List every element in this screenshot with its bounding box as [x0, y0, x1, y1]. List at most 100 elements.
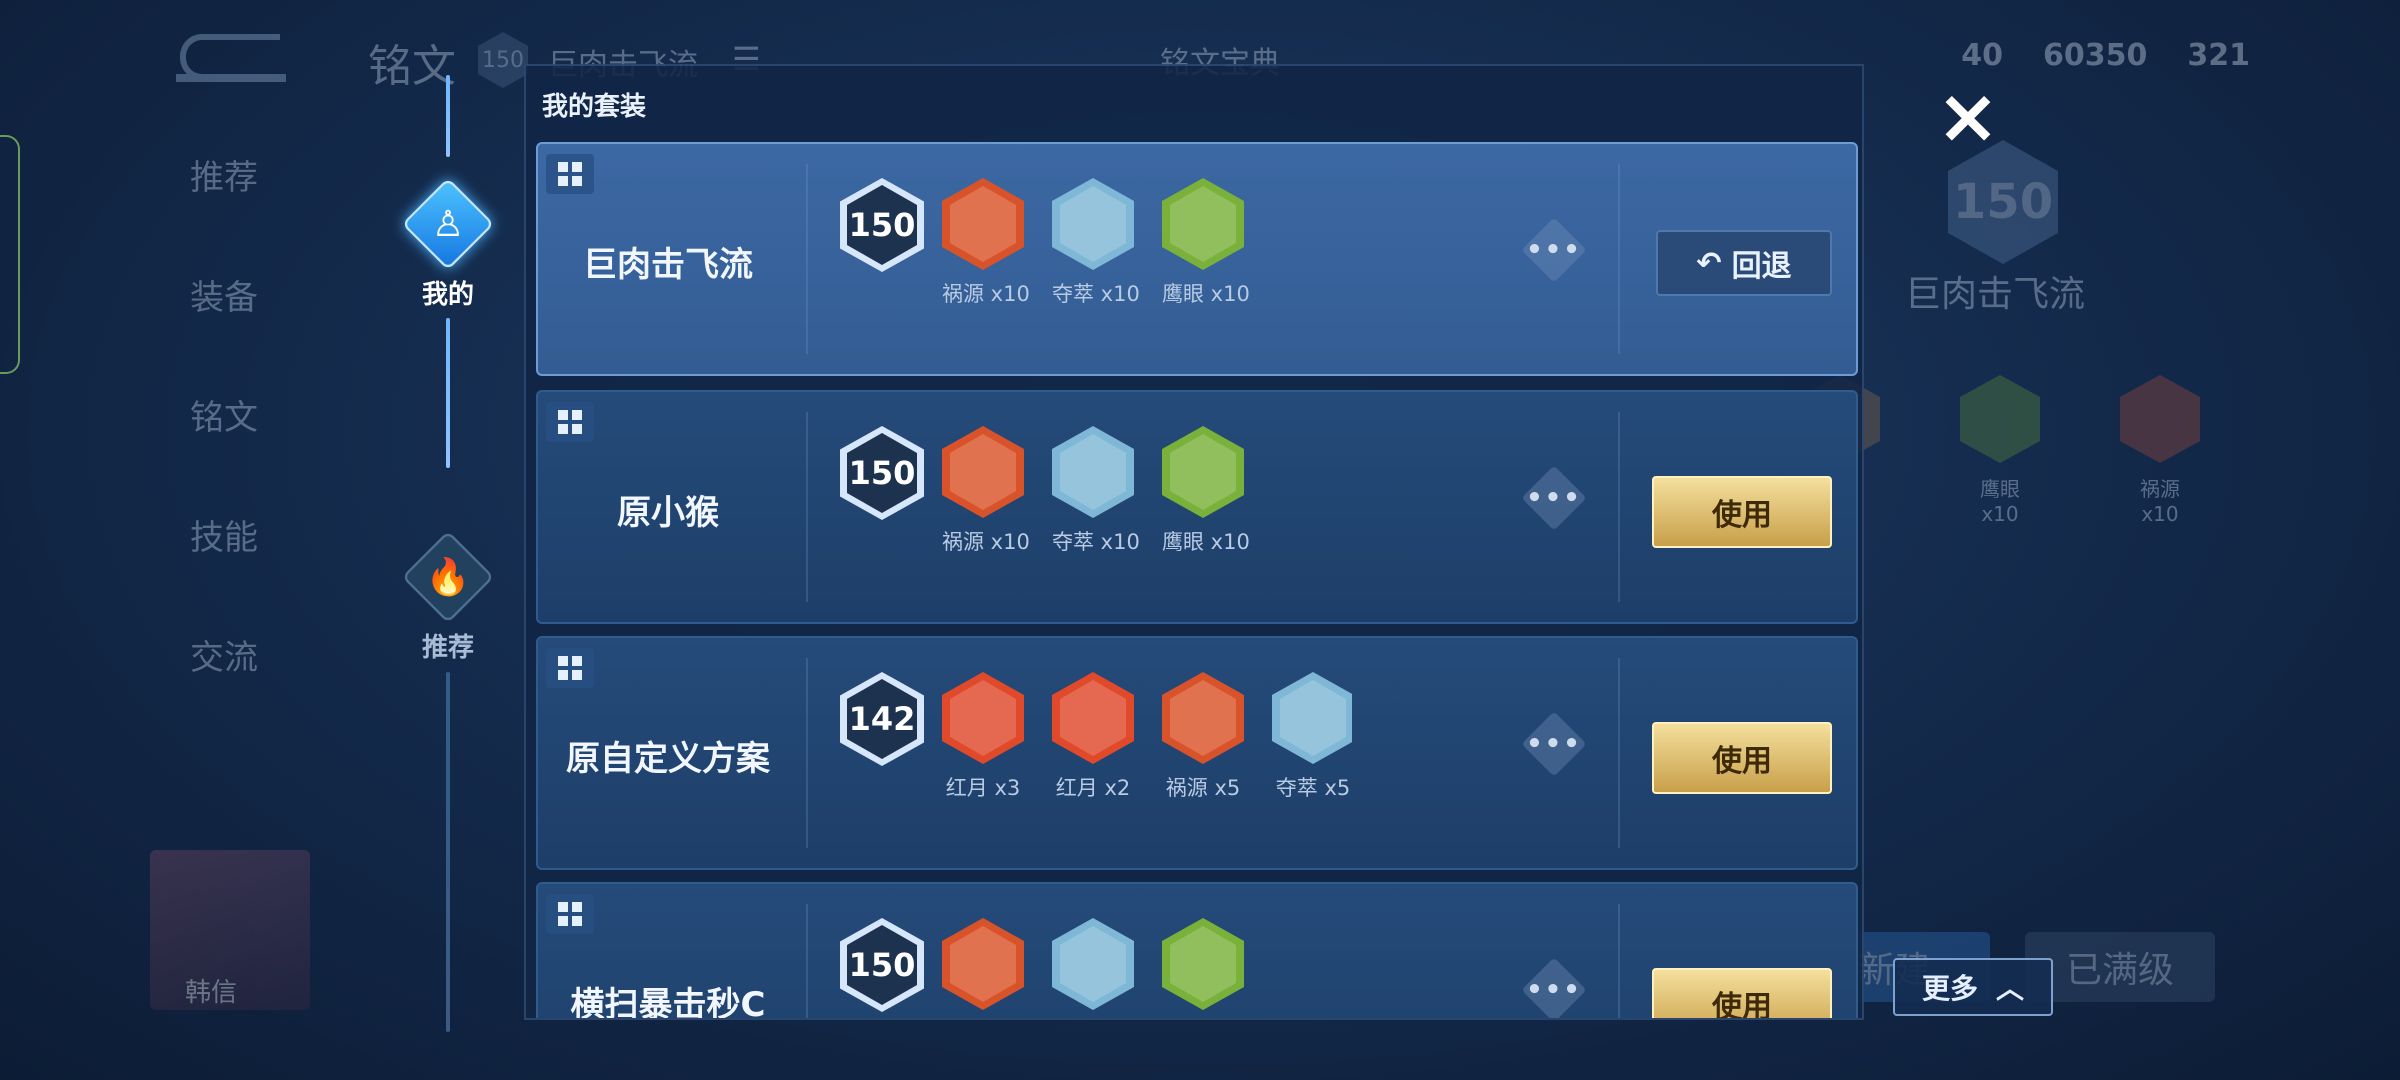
right-set-name: 巨肉击飞流	[1905, 274, 2086, 315]
left-nav: 推荐 装备 铭文 技能 交流	[190, 150, 258, 750]
rune-list: 祸源 x10 夺萃 x10 鹰眼 x10	[942, 918, 1352, 1020]
rune-item: 夺萃 x10	[1052, 178, 1140, 338]
rune-item: 夺萃 x5	[1272, 672, 1352, 832]
use-button[interactable]: 使用	[1652, 722, 1832, 794]
set-level-badge: 142	[840, 672, 924, 766]
rune-icon	[1052, 178, 1134, 270]
currency-bar: 40 60350 321	[1961, 38, 2250, 73]
rune-label: 祸源 x5	[1165, 776, 1241, 800]
set-level-badge: 150	[840, 918, 924, 1012]
use-button[interactable]: 使用	[1652, 476, 1832, 548]
set-level: 142	[848, 700, 916, 738]
chevron-up-icon: ︿	[1996, 972, 2025, 1005]
rune-label: 夺萃 x10	[1052, 1018, 1134, 1020]
rune-label: 祸源 x10	[942, 282, 1030, 306]
more-options-icon[interactable]: •••	[1521, 957, 1587, 1018]
set-level-badge: 150	[840, 178, 924, 272]
rune-set-card[interactable]: 原自定义方案 142 红月 x3 红月 x2 祸源 x5 夺萃 x5 狩猎 x …	[536, 636, 1858, 870]
rune-list: 祸源 x10 夺萃 x10 鹰眼 x10	[942, 426, 1352, 586]
rune-list: 红月 x3 红月 x2 祸源 x5 夺萃 x5 狩猎 x	[942, 672, 1352, 832]
rune-item: 祸源 x10	[942, 918, 1024, 1020]
rune-label: 祸源 x10	[942, 530, 1030, 554]
my-sets-panel: 我的套装 巨肉击飞流 150 祸源 x10 夺萃 x10 鹰眼 x10 ••• …	[524, 64, 1864, 1020]
rune-set-card[interactable]: 原小猴 150 祸源 x10 夺萃 x10 鹰眼 x10 ••• 使用	[536, 390, 1858, 624]
nav-item[interactable]: 装备	[190, 270, 258, 390]
rune-item: 红月 x3	[942, 672, 1024, 832]
divider	[1618, 164, 1620, 354]
rune-icon	[1272, 672, 1352, 764]
rune-item: 夺萃 x10	[1052, 918, 1134, 1020]
back-arrow-icon[interactable]	[176, 34, 286, 82]
rune-icon	[942, 672, 1024, 764]
rune-item: 鹰眼 x10	[1162, 178, 1250, 338]
set-name: 原小猴	[617, 492, 719, 533]
set-level-badge: 150	[840, 426, 924, 520]
rune-item: 红月 x2	[1052, 672, 1134, 832]
more-button[interactable]: 更多 ︿	[1893, 958, 2053, 1016]
tab-divider-line	[446, 75, 450, 157]
rune-icon	[1162, 426, 1244, 518]
divider	[806, 658, 808, 848]
more-options-icon[interactable]: •••	[1521, 711, 1587, 777]
rune-label: 红月 x2	[1055, 776, 1131, 800]
rune-label: 夺萃 x10	[1052, 530, 1140, 554]
divider	[1618, 904, 1620, 1018]
rune-icon	[1162, 918, 1244, 1010]
revert-button[interactable]: ↶ 回退	[1656, 230, 1832, 296]
divider	[806, 412, 808, 602]
rune-icon	[1052, 672, 1134, 764]
edge-handle[interactable]	[0, 135, 20, 374]
set-level: 150	[848, 206, 916, 244]
rune-label: 鹰眼 x10	[1162, 282, 1250, 306]
hero-name: 韩信	[185, 978, 238, 1008]
nav-item[interactable]: 推荐	[190, 150, 258, 270]
set-name: 原自定义方案	[566, 738, 770, 779]
more-options-icon[interactable]: •••	[1521, 465, 1587, 531]
close-icon[interactable]: ×	[1928, 78, 2008, 154]
tab-mine-label: 我的	[421, 280, 474, 310]
rune-icon	[1052, 918, 1134, 1010]
rune-icon	[1052, 426, 1134, 518]
rune-item: 祸源 x10	[942, 178, 1030, 338]
rune-item: 夺萃 x10	[1052, 426, 1140, 586]
rune-icon	[942, 178, 1024, 270]
rune-label: 红月 x3	[945, 776, 1021, 800]
divider	[806, 904, 808, 1018]
rune-label: 夺萃 x5	[1275, 776, 1351, 800]
undo-icon: ↶	[1696, 245, 1722, 281]
more-options-icon[interactable]: •••	[1521, 217, 1587, 283]
more-button-label: 更多	[1921, 972, 1978, 1005]
nav-item[interactable]: 技能	[190, 510, 258, 630]
divider	[1618, 412, 1620, 602]
revert-label: 回退	[1731, 249, 1792, 284]
panel-title: 我的套装	[542, 92, 647, 122]
use-button[interactable]: 使用	[1652, 968, 1832, 1018]
nav-item[interactable]: 铭文	[190, 390, 258, 510]
gem-count: 321	[2187, 38, 2250, 73]
tab-mine[interactable]: ♙ 我的	[400, 177, 496, 311]
rune-label: 夺萃 x10	[1052, 282, 1140, 306]
maxed-button: 已满级	[2025, 932, 2215, 1002]
rune-label: 祸源 x10	[942, 1018, 1024, 1020]
tab-recommend[interactable]: 🔥 推荐	[400, 530, 496, 664]
gold-count: 60350	[2043, 38, 2148, 73]
nav-item[interactable]: 交流	[190, 630, 258, 750]
flame-icon: 🔥	[401, 530, 495, 624]
armor-icon: ♙	[401, 177, 495, 271]
divider	[806, 164, 808, 354]
rune-item: 祸源 x10	[942, 426, 1030, 586]
rune-label: 鹰眼 x10	[1162, 530, 1250, 554]
set-name: 横扫暴击秒C	[570, 984, 766, 1020]
tab-divider-line	[446, 318, 450, 468]
rune-set-card[interactable]: 巨肉击飞流 150 祸源 x10 夺萃 x10 鹰眼 x10 ••• ↶ 回退	[536, 142, 1858, 376]
rune-icon	[942, 426, 1024, 518]
tab-recommend-label: 推荐	[421, 633, 474, 663]
rune-set-card[interactable]: 横扫暴击秒C 150 祸源 x10 夺萃 x10 鹰眼 x10 ••• 使用	[536, 882, 1858, 1020]
set-name: 巨肉击飞流	[583, 244, 753, 285]
divider	[1618, 658, 1620, 848]
page-title: 铭文	[368, 41, 456, 92]
rune-item: 鹰眼 x10	[1162, 426, 1250, 586]
rune-label: 鹰眼 x10	[1162, 1018, 1244, 1020]
rune-item: 祸源 x5	[1162, 672, 1244, 832]
right-rune: 祸源 x10	[2120, 375, 2200, 526]
